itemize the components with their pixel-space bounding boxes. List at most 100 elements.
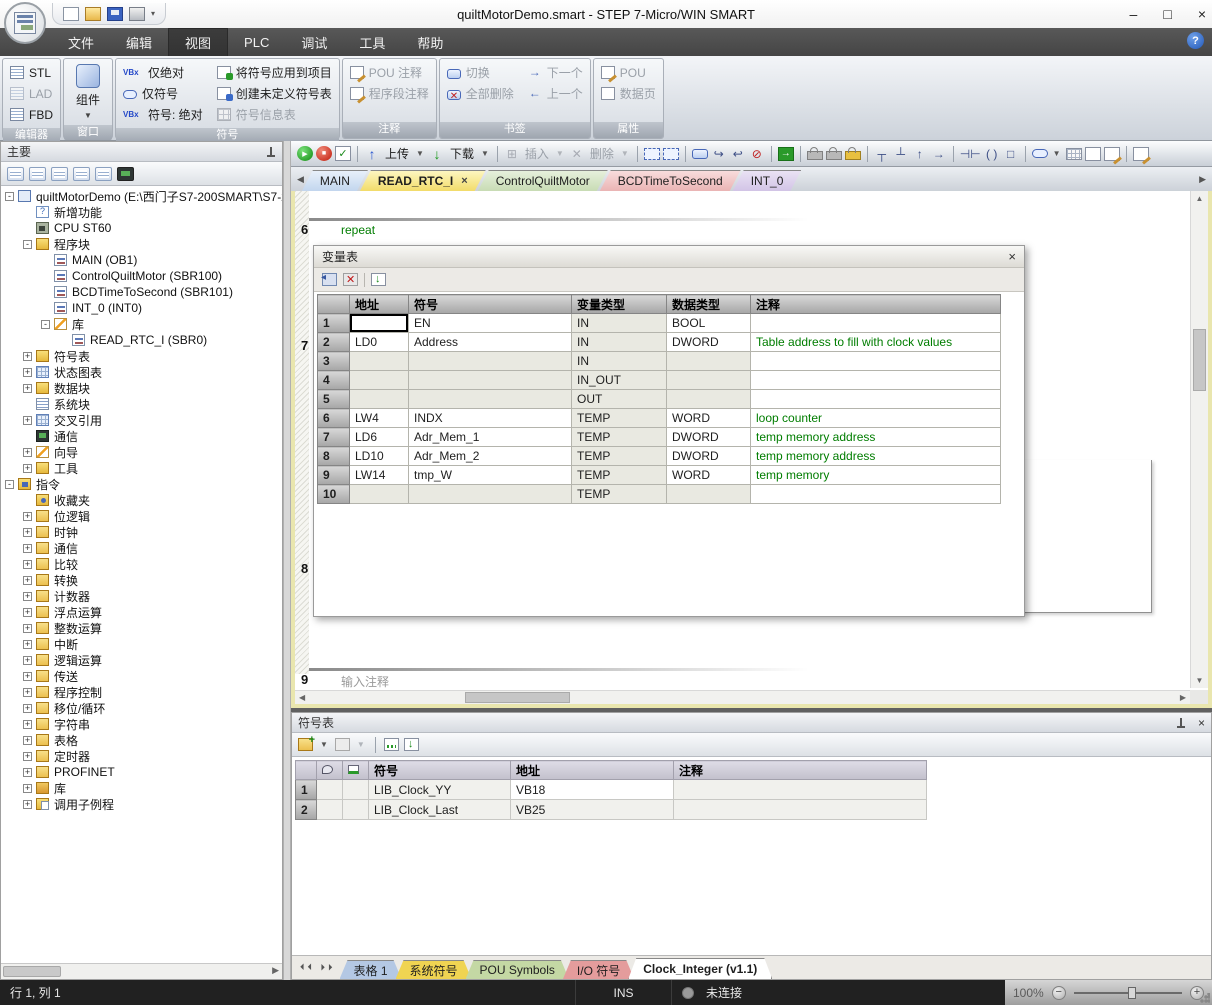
editor-vertical-scrollbar[interactable]: ▲ ▼ [1190,191,1208,688]
dialog-title-bar[interactable]: 变量表 × [314,246,1024,268]
tree-expander-icon[interactable]: + [23,512,32,521]
tree-expander-icon[interactable]: + [23,416,32,425]
tab-scroll-right-icon[interactable]: ▶ [1199,174,1206,185]
comment-cell[interactable] [751,314,1001,333]
network-comment-placeholder[interactable]: 输入注释 [341,673,389,690]
pou-properties-button[interactable]: POU [598,62,659,83]
column-header[interactable]: 地址 [350,295,409,314]
var-type-cell[interactable]: TEMP [572,428,667,447]
tree-expander-icon[interactable]: + [23,640,32,649]
absolute-only-button[interactable]: 仅绝对 [120,62,206,83]
tree-item[interactable]: MAIN (OB1) [1,252,282,268]
upload-icon[interactable]: ↑ [364,145,380,163]
stl-button[interactable]: STL [7,62,56,83]
tree-item[interactable]: 收藏夹 [1,492,282,508]
scroll-left-icon[interactable]: ◀ [299,693,305,702]
system-block-icon[interactable] [73,167,90,181]
symbolic-only-button[interactable]: 仅符号 [120,83,206,104]
menu-item[interactable]: 视图 [168,28,228,56]
resize-grip[interactable] [1200,993,1210,1003]
symbol-info-grid-icon[interactable] [1066,148,1082,160]
tree-expander-icon[interactable]: + [23,352,32,361]
goto-icon[interactable] [778,147,794,161]
tree-expander-icon[interactable]: + [23,448,32,457]
tree-item[interactable]: + 移位/循环 [1,700,282,716]
editor-tab[interactable]: READ_RTC_I × [360,170,486,191]
column-header[interactable]: 地址 [511,761,674,780]
tree-expander-icon[interactable] [23,208,32,217]
tree-expander-icon[interactable]: + [23,704,32,713]
comment-cell[interactable] [751,485,1001,504]
menu-item[interactable]: 调试 [285,28,343,56]
comment-cell[interactable]: temp memory address [751,447,1001,466]
tree-expander-icon[interactable]: + [23,624,32,633]
column-header[interactable]: 注释 [674,761,927,780]
data-type-cell[interactable]: BOOL [667,314,751,333]
minimize-button[interactable]: – [1130,6,1138,22]
line-up-icon[interactable]: ┴ [893,145,909,163]
symbol-cell[interactable] [409,390,572,409]
tree-item[interactable]: + 状态图表 [1,364,282,380]
tree-expander-icon[interactable] [41,256,50,265]
chevron-down-icon[interactable]: ▼ [416,149,424,158]
menu-item[interactable]: PLC [228,28,285,56]
symbol-table-tab[interactable]: POU Symbols [466,960,569,979]
variable-table-row[interactable]: 8LD10Adr_Mem_2TEMPDWORDtemp memory addre… [318,447,1001,466]
tree-expander-icon[interactable]: + [23,560,32,569]
symbol-table-row[interactable]: 2LIB_Clock_LastVB25 [296,800,927,820]
editor-horizontal-scrollbar[interactable]: ◀ ▶ [295,690,1190,704]
data-block-icon[interactable] [51,167,68,181]
var-type-cell[interactable]: IN [572,333,667,352]
symbol-cell[interactable]: Address [409,333,572,352]
tree-item[interactable]: + 位逻辑 [1,508,282,524]
create-undefined-symbol-table-icon[interactable] [384,738,399,751]
tree-item[interactable]: + 字符串 [1,716,282,732]
download-button[interactable]: 下载 [450,145,474,162]
create-undefined-symbol-table-button[interactable]: 创建未定义符号表 [214,83,335,104]
addressing-toggle-icon[interactable] [1032,149,1048,158]
symbol-cell[interactable]: EN [409,314,572,333]
var-type-cell[interactable]: TEMP [572,447,667,466]
tree-item[interactable]: + 传送 [1,668,282,684]
vertical-splitter[interactable] [283,141,291,980]
symbol-table-tab[interactable]: I/O 符号 [563,960,634,979]
scroll-right-icon[interactable]: ▶ [1180,693,1186,702]
tree-item[interactable]: + 逻辑运算 [1,652,282,668]
tree-item[interactable]: ControlQuiltMotor (SBR100) [1,268,282,284]
tree-item[interactable]: + PROFINET [1,764,282,780]
scrollbar-thumb[interactable] [465,692,570,703]
variable-table-row[interactable]: 3IN [318,352,1001,371]
variable-table-row[interactable]: 5OUT [318,390,1001,409]
tree-item[interactable]: + 比较 [1,556,282,572]
coil-icon[interactable]: ( ) [984,145,1000,163]
fbd-button[interactable]: FBD [7,104,56,125]
symbol-cell[interactable]: LIB_Clock_YY [369,780,511,800]
data-type-cell[interactable]: DWORD [667,447,751,466]
tree-item[interactable]: + 中断 [1,636,282,652]
insert-row-icon[interactable] [322,273,337,286]
add-password-lock-icon[interactable] [845,151,861,160]
comment-cell[interactable] [751,352,1001,371]
column-header[interactable]: 符号 [369,761,511,780]
maximize-button[interactable]: □ [1163,6,1171,22]
variable-table-row[interactable]: 7LD6Adr_Mem_1TEMPDWORDtemp memory addres… [318,428,1001,447]
delete-row-icon[interactable] [343,273,358,286]
var-type-cell[interactable]: IN_OUT [572,371,667,390]
scroll-right-icon[interactable]: ▶ [272,965,279,976]
tree-expander-icon[interactable]: + [23,576,32,585]
var-type-cell[interactable]: TEMP [572,485,667,504]
tree-expander-icon[interactable]: + [23,656,32,665]
scrollbar-thumb[interactable] [3,966,61,977]
tree-item[interactable]: 新增功能 [1,204,282,220]
tree-expander-icon[interactable]: + [23,800,32,809]
tree-item[interactable]: - quiltMotorDemo (E:\西门子S7-200SMART\S7-2… [1,188,282,204]
tab-scroll-left-icon[interactable]: ◀ [297,174,304,185]
address-cell[interactable]: VB18 [511,780,674,800]
address-cell[interactable]: LD0 [350,333,409,352]
tree-expander-icon[interactable]: - [5,480,14,489]
tab-close-icon[interactable]: × [461,175,467,187]
address-cell[interactable]: LW14 [350,466,409,485]
line-left-icon[interactable]: ↑ [912,145,928,163]
lad-button[interactable]: LAD [7,83,56,104]
address-cell[interactable]: VB25 [511,800,674,820]
